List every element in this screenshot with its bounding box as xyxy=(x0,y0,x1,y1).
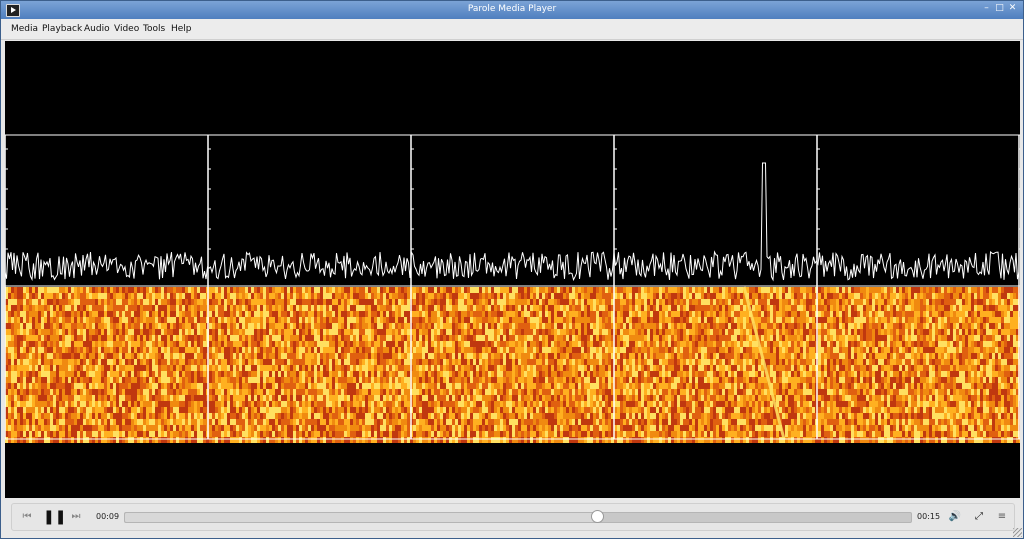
title-bar[interactable]: Parole Media Player – □ ✕ xyxy=(1,1,1023,19)
total-time: 00:15 xyxy=(917,512,941,521)
video-area[interactable] xyxy=(5,41,1020,498)
menu-video[interactable]: Video xyxy=(114,24,139,34)
menu-bar: Media Playback Audio Video Tools Help xyxy=(1,19,1023,40)
menu-media[interactable]: Media xyxy=(11,24,38,34)
menu-icon[interactable]: ≡ xyxy=(995,510,1009,524)
elapsed-time: 00:09 xyxy=(96,512,120,521)
menu-tools[interactable]: Tools xyxy=(143,24,165,34)
video-frame xyxy=(5,134,1020,443)
pause-icon[interactable]: ❚❚ xyxy=(43,510,66,524)
previous-icon[interactable]: ⏮ xyxy=(20,510,34,524)
media-player-window: Parole Media Player – □ ✕ Media Playback… xyxy=(0,0,1024,539)
playback-controls: ⏮ ❚❚ ⏭ 00:09 00:15 🔊 ⤢ ≡ xyxy=(11,503,1015,531)
spectrogram xyxy=(5,287,1020,443)
close-button[interactable]: ✕ xyxy=(1008,3,1017,14)
menu-playback[interactable]: Playback xyxy=(42,24,82,34)
waveform-trace xyxy=(5,162,1020,282)
seek-progress xyxy=(125,513,597,522)
volume-icon[interactable]: 🔊 xyxy=(948,510,962,524)
menu-audio[interactable]: Audio xyxy=(84,24,110,34)
window-title: Parole Media Player xyxy=(467,4,557,14)
maximize-button[interactable]: □ xyxy=(995,3,1004,14)
seek-handle[interactable] xyxy=(590,510,604,523)
fullscreen-icon[interactable]: ⤢ xyxy=(972,510,986,524)
seek-bar[interactable] xyxy=(124,510,912,523)
minimize-button[interactable]: – xyxy=(982,3,991,14)
next-icon[interactable]: ⏭ xyxy=(69,510,83,524)
menu-help[interactable]: Help xyxy=(171,24,192,34)
resize-grip[interactable] xyxy=(1013,528,1022,537)
